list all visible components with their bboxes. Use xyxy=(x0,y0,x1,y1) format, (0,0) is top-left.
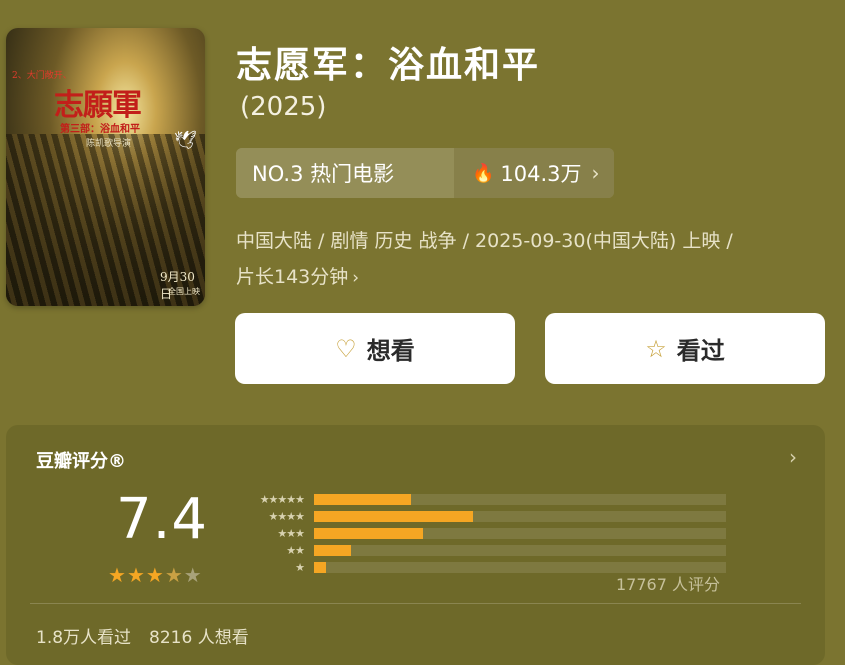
watched-button[interactable]: ☆ 看过 xyxy=(545,313,825,384)
movie-duration: 片长143分钟 xyxy=(236,266,349,288)
movie-title: 志愿军：浴血和平 xyxy=(236,45,541,86)
distribution-bar xyxy=(314,494,411,505)
star-outline-icon: ☆ xyxy=(645,334,667,363)
distribution-row: ★★ xyxy=(228,542,728,559)
seen-label: 看过 xyxy=(676,337,725,365)
chevron-right-icon: › xyxy=(352,268,360,288)
dove-icon: 🕊 xyxy=(174,130,197,151)
distribution-bar xyxy=(314,545,352,556)
star-full-icon: ★ xyxy=(108,563,127,587)
distribution-bar xyxy=(314,562,327,573)
wish-count: 8216 人想看 xyxy=(149,628,249,648)
chevron-right-icon: › xyxy=(591,161,600,185)
movie-duration-link[interactable]: 片长143分钟 › xyxy=(236,265,816,290)
divider xyxy=(30,603,801,604)
rating-stars: ★★★★★ xyxy=(108,563,203,587)
rating-distribution: ★★★★★ ★★★★ ★★★ ★★ ★ xyxy=(228,491,728,576)
watch-stats: 1.8万人看过 8216 人想看 xyxy=(36,623,249,648)
distribution-star-label: ★★ xyxy=(286,544,305,557)
distribution-row: ★★★★ xyxy=(228,508,728,525)
distribution-row: ★★★ xyxy=(228,525,728,542)
rating-card[interactable]: 豆瓣评分® › 7.4 ★★★★★ ★★★★★ ★★★★ ★★★ ★★ ★ 17767 … xyxy=(6,425,825,665)
poster-title: 志願軍 xyxy=(54,88,142,123)
distribution-track xyxy=(314,511,726,522)
distribution-track xyxy=(314,545,726,556)
distribution-row: ★★★★★ xyxy=(228,491,728,508)
heat-index[interactable]: 🔥 104.3万 › xyxy=(454,148,614,198)
distribution-star-label: ★ xyxy=(295,561,305,574)
watched-count: 1.8万人看过 xyxy=(36,628,132,648)
flame-icon: 🔥 xyxy=(472,162,495,184)
distribution-star-label: ★★★ xyxy=(277,527,305,540)
distribution-track xyxy=(314,528,726,539)
rating-score: 7.4 xyxy=(116,487,209,552)
distribution-bar xyxy=(314,528,424,539)
movie-year: (2025) xyxy=(240,92,327,122)
chevron-right-icon[interactable]: › xyxy=(789,445,797,469)
distribution-star-label: ★★★★★ xyxy=(259,493,305,506)
distribution-track xyxy=(314,494,726,505)
poster-release: 全国上映 xyxy=(168,287,200,296)
heat-value: 104.3万 xyxy=(500,162,582,186)
star-empty-icon: ★ xyxy=(183,563,203,587)
poster-director: 陈凯歌导演 xyxy=(86,139,132,149)
movie-poster[interactable]: 2、大门敞开、 志願軍 第三部：浴血和平 陈凯歌导演 🕊 9月30日 全国上映 xyxy=(6,28,205,306)
distribution-star-label: ★★★★ xyxy=(268,510,305,523)
rating-count: 17767 人评分 xyxy=(616,575,720,594)
rank-label: NO.3 热门电影 xyxy=(236,148,454,198)
distribution-bar xyxy=(314,511,473,522)
want-to-watch-button[interactable]: ♡ 想看 xyxy=(235,313,515,384)
heart-plus-icon: ♡ xyxy=(335,334,357,363)
rating-source-label: 豆瓣评分® xyxy=(36,451,126,472)
movie-meta-line1: 中国大陆 / 剧情 历史 战争 / 2025-09-30(中国大陆) 上映 / xyxy=(236,230,733,252)
star-full-icon: ★ xyxy=(126,563,146,587)
star-half-icon: ★ xyxy=(164,563,184,587)
star-full-icon: ★ xyxy=(145,563,165,587)
rank-badge[interactable]: NO.3 热门电影 🔥 104.3万 › xyxy=(236,148,614,198)
want-label: 想看 xyxy=(366,337,415,365)
poster-subtitle: 第三部：浴血和平 xyxy=(60,124,140,135)
